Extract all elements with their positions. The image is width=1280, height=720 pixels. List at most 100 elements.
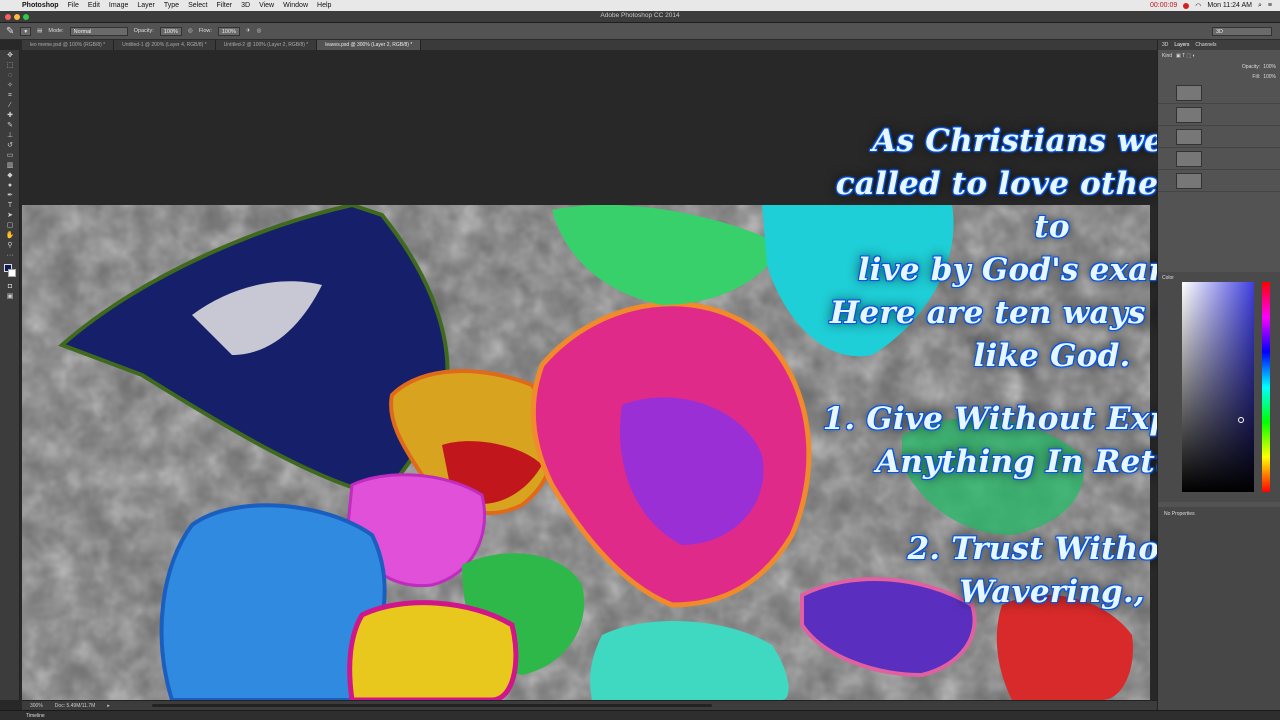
- properties-panel: No Properties: [1158, 507, 1280, 720]
- dodge-tool-icon[interactable]: ●: [3, 181, 17, 190]
- record-icon[interactable]: [1183, 2, 1190, 9]
- healing-tool-icon[interactable]: ✚: [3, 111, 17, 120]
- overlay-caption: As Christians we are called to love othe…: [822, 120, 1157, 614]
- tab-leaves[interactable]: leaves.psd @ 300% (Layer 2, RGB/8) *: [317, 40, 422, 50]
- canvas-area[interactable]: As Christians we are called to love othe…: [22, 50, 1157, 700]
- caption-line-9: Wavering.,: [959, 574, 1145, 610]
- color-panel: Color: [1158, 272, 1280, 502]
- quick-select-tool-icon[interactable]: ✧: [3, 81, 17, 90]
- menu-type[interactable]: Type: [164, 2, 179, 9]
- hue-slider[interactable]: [1262, 282, 1270, 492]
- menu-edit[interactable]: Edit: [88, 2, 100, 9]
- caption-line-2: called to love others and to: [835, 166, 1157, 245]
- opacity-field[interactable]: 100%: [159, 26, 182, 36]
- filter-icons[interactable]: ▣ T ⬚ ◐: [1176, 53, 1196, 59]
- gradient-tool-icon[interactable]: ▥: [3, 161, 17, 170]
- mode-select[interactable]: Normal: [69, 26, 128, 36]
- tab-leo-meme[interactable]: leo meme.psd @ 100% (RGB/8) *: [22, 40, 115, 50]
- eyedropper-tool-icon[interactable]: ⁄: [3, 101, 17, 110]
- eraser-tool-icon[interactable]: ▭: [3, 151, 17, 160]
- layer-fill-label: Fill:: [1252, 74, 1261, 80]
- clock[interactable]: Mon 11:24 AM: [1207, 2, 1252, 9]
- quick-mask-icon[interactable]: ◘: [3, 282, 17, 291]
- layers-filter-row: Kind ▣ T ⬚ ◐: [1158, 50, 1280, 62]
- shape-tool-icon[interactable]: ▢: [3, 221, 17, 230]
- tab-3d[interactable]: 3D: [1162, 40, 1168, 50]
- menu-image[interactable]: Image: [109, 2, 128, 9]
- stamp-tool-icon[interactable]: ⊥: [3, 131, 17, 140]
- menu-view[interactable]: View: [259, 2, 274, 9]
- layer-opacity-field[interactable]: 100%: [1263, 64, 1276, 70]
- recording-timer[interactable]: 00:00:09: [1150, 2, 1177, 9]
- layer-row[interactable]: [1158, 82, 1280, 104]
- menu-layer[interactable]: Layer: [137, 2, 155, 9]
- horizontal-scrollbar[interactable]: [151, 704, 712, 707]
- screen-mode-icon[interactable]: ▣: [3, 292, 17, 301]
- caption-line-5: like God.: [973, 338, 1131, 374]
- brush-panel-icon[interactable]: ▤: [37, 28, 42, 34]
- zoom-level[interactable]: 300%: [30, 703, 43, 709]
- layer-row[interactable]: [1158, 104, 1280, 126]
- layer-row[interactable]: [1158, 170, 1280, 192]
- airbrush-icon[interactable]: ✈: [246, 28, 251, 34]
- tab-untitled-2[interactable]: Untitled-2 @ 100% (Layer 2, RGB/8) *: [216, 40, 318, 50]
- tab-untitled-1[interactable]: Untitled-1 @ 200% (Layer 4, RGB/8) *: [114, 40, 216, 50]
- timeline-label[interactable]: Timeline: [26, 713, 45, 719]
- caption-spacer-2: [822, 484, 1157, 528]
- opacity-label: Opacity:: [133, 28, 154, 34]
- more-tools-icon[interactable]: ···: [3, 251, 17, 260]
- app-titlebar: Adobe Photoshop CC 2014: [0, 11, 1280, 23]
- brush-tool-icon[interactable]: ✎: [6, 26, 14, 37]
- opacity-row: Opacity: 100%: [1158, 62, 1280, 72]
- caption-line-6: 1. Give Without Expecting: [822, 401, 1157, 437]
- filter-kind-select[interactable]: Kind: [1162, 53, 1172, 59]
- crop-tool-icon[interactable]: ⌗: [3, 91, 17, 100]
- zoom-tool-icon[interactable]: ⚲: [3, 241, 17, 250]
- status-bar: 300% Doc: 5.49M/11.7M ▸: [22, 700, 1157, 710]
- tools-panel: ✥ ⬚ ◌ ✧ ⌗ ⁄ ✚ ✎ ⊥ ↺ ▭ ▥ ◆ ● ✒ T ➤ ▢ ✋ ⚲ …: [0, 50, 20, 700]
- menu-select[interactable]: Select: [188, 2, 207, 9]
- caption-line-8: 2. Trust Without: [907, 531, 1157, 567]
- brush-preset-picker[interactable]: ▾: [20, 26, 32, 36]
- hand-tool-icon[interactable]: ✋: [3, 231, 17, 240]
- layer-fill-field[interactable]: 100%: [1263, 74, 1276, 80]
- marquee-tool-icon[interactable]: ⬚: [3, 61, 17, 70]
- move-tool-icon[interactable]: ✥: [3, 51, 17, 60]
- properties-title: No Properties: [1164, 511, 1195, 517]
- layer-row[interactable]: [1158, 148, 1280, 170]
- background-swatch[interactable]: [8, 269, 16, 277]
- lasso-tool-icon[interactable]: ◌: [3, 71, 17, 80]
- history-brush-icon[interactable]: ↺: [3, 141, 17, 150]
- color-swatches[interactable]: [2, 264, 18, 278]
- layer-row[interactable]: [1158, 126, 1280, 148]
- menu-window[interactable]: Window: [283, 2, 308, 9]
- menu-file[interactable]: File: [68, 2, 79, 9]
- status-arrow-icon[interactable]: ▸: [107, 703, 110, 709]
- app-menu[interactable]: Photoshop: [22, 2, 59, 9]
- pressure-opacity-icon[interactable]: ◎: [188, 28, 193, 34]
- caption-line-1: As Christians we are: [872, 123, 1157, 159]
- brush-tool-icon[interactable]: ✎: [3, 121, 17, 130]
- doc-size[interactable]: Doc: 5.49M/11.7M: [55, 703, 95, 709]
- color-picker-cursor[interactable]: [1238, 417, 1244, 423]
- wifi-icon[interactable]: ◠: [1195, 2, 1201, 10]
- layer-opacity-label: Opacity:: [1241, 64, 1261, 70]
- yellow-leaf: [347, 600, 519, 700]
- tab-layers[interactable]: Layers: [1174, 40, 1189, 50]
- color-picker-field[interactable]: [1182, 282, 1254, 492]
- pen-tool-icon[interactable]: ✒: [3, 191, 17, 200]
- type-tool-icon[interactable]: T: [3, 201, 17, 210]
- tab-channels[interactable]: Channels: [1195, 40, 1216, 50]
- workspace-select[interactable]: 3D: [1212, 26, 1272, 36]
- options-bar: ✎ ▾ ▤ Mode: Normal Opacity: 100% ◎ Flow:…: [0, 23, 1280, 40]
- path-select-icon[interactable]: ➤: [3, 211, 17, 220]
- list-icon[interactable]: ≡: [1268, 2, 1272, 9]
- menu-filter[interactable]: Filter: [217, 2, 233, 9]
- menu-help[interactable]: Help: [317, 2, 331, 9]
- pressure-size-icon[interactable]: ◎: [257, 28, 262, 34]
- layer-thumbnail: [1176, 84, 1202, 101]
- blur-tool-icon[interactable]: ◆: [3, 171, 17, 180]
- flow-field[interactable]: 100%: [217, 26, 240, 36]
- menu-3d[interactable]: 3D: [241, 2, 250, 9]
- search-icon[interactable]: ⌕: [1258, 2, 1262, 10]
